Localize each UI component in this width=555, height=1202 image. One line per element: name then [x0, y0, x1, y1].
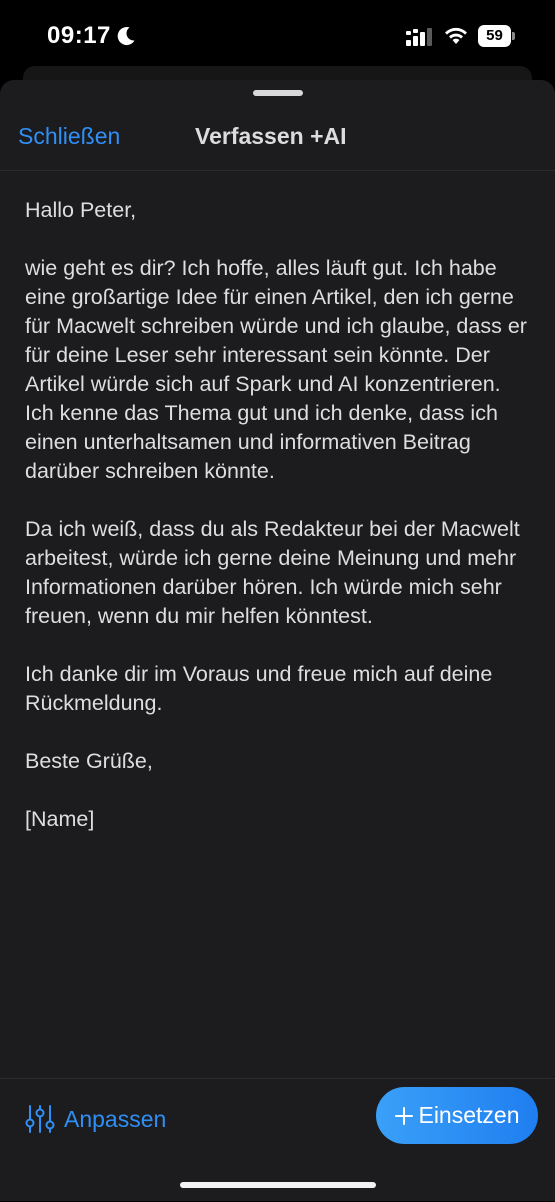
email-greeting: Hallo Peter, — [25, 198, 137, 222]
email-closing: Beste Grüße, — [25, 749, 153, 773]
insert-label: Einsetzen — [418, 1102, 520, 1128]
battery-level: 59 — [478, 25, 511, 47]
sheet-header: Schließen Verfassen +AI — [0, 104, 555, 171]
signal-icon — [406, 28, 432, 46]
moon-icon — [117, 27, 135, 46]
email-paragraph: Da ich weiß, dass du als Redakteur bei d… — [25, 517, 520, 628]
insert-button[interactable]: Einsetzen — [376, 1087, 538, 1144]
email-body[interactable]: Hallo Peter, wie geht es dir? Ich hoffe,… — [25, 196, 535, 863]
sheet-title: Verfassen +AI — [195, 123, 347, 149]
compose-sheet: Schließen Verfassen +AI Hallo Peter, wie… — [0, 80, 555, 1201]
adjust-label: Anpassen — [64, 1105, 167, 1132]
close-button[interactable]: Schließen — [18, 123, 120, 150]
sliders-icon — [25, 1105, 55, 1133]
email-signature: [Name] — [25, 807, 95, 831]
email-paragraph: Ich danke dir im Voraus und freue mich a… — [25, 662, 493, 715]
plus-icon — [395, 1106, 414, 1125]
battery-indicator: 59 — [478, 25, 515, 47]
email-paragraph: wie geht es dir? Ich hoffe, alles läuft … — [25, 256, 527, 483]
status-time: 09:17 — [47, 22, 111, 49]
sheet-grabber[interactable] — [253, 90, 303, 96]
battery-tip — [512, 32, 515, 40]
status-bar: 09:17 59 — [0, 0, 555, 70]
wifi-icon — [445, 27, 467, 44]
home-indicator[interactable] — [180, 1182, 376, 1188]
adjust-button[interactable]: Anpassen — [24, 1101, 166, 1137]
